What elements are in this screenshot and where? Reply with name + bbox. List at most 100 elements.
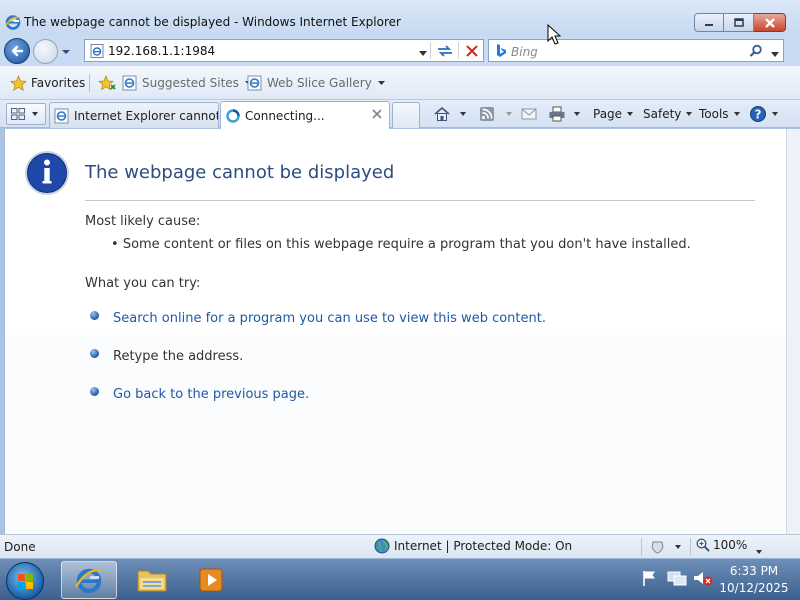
title-bar: The webpage cannot be displayed - Window… [0,0,800,36]
vertical-scrollbar[interactable] [786,129,800,534]
navigation-bar: 192.168.1.1:1984 Bing [0,36,800,66]
page-menu-button[interactable]: Page [593,100,634,128]
back-button[interactable] [4,38,30,64]
ie-page-icon [54,108,69,123]
minimize-button[interactable] [694,13,724,32]
volume-muted-icon[interactable] [692,569,714,587]
refresh-button[interactable] [435,43,455,59]
chevron-down-icon [733,112,740,116]
protected-mode-button[interactable] [650,540,682,554]
tools-menu-button[interactable]: Tools [699,100,741,128]
network-icon[interactable] [666,569,688,587]
zone-text: Internet | Protected Mode: On [394,539,573,553]
chevron-down-icon [419,51,427,56]
status-bar: Done Internet | Protected Mode: On 100% [0,534,800,558]
zoom-icon [696,538,710,552]
chevron-down-icon [771,52,779,57]
chevron-down-icon [627,112,634,116]
windows-logo-icon [18,574,33,589]
taskbar-internet-explorer[interactable] [61,561,117,599]
chevron-down-icon [32,112,38,116]
security-zone[interactable]: Internet | Protected Mode: On [374,538,572,554]
quick-tabs-button[interactable] [6,103,46,125]
suggested-sites-label: Suggested Sites [142,76,239,90]
error-heading: The webpage cannot be displayed [85,162,395,183]
tab-internet-explorer-cannot[interactable]: Internet Explorer cannot ... [49,102,219,128]
address-bar[interactable]: 192.168.1.1:1984 [84,39,484,62]
tab-label: Connecting... [245,108,325,123]
most-likely-cause-label: Most likely cause: [85,214,201,229]
action-center-flag-icon[interactable] [640,569,658,587]
taskbar-media-player[interactable] [183,561,239,599]
feeds-button[interactable] [479,100,513,128]
chevron-down-icon [460,112,466,116]
status-text: Done [4,540,36,554]
cause-list-item: • Some content or files on this webpage … [111,237,691,252]
bullet-icon [90,349,99,358]
favorites-button[interactable]: Favorites [10,66,85,100]
home-button[interactable] [433,100,467,128]
page-icon [90,44,104,61]
forward-button[interactable] [33,39,58,64]
stop-icon [466,45,478,57]
safety-menu-button[interactable]: Safety [643,100,693,128]
stop-button[interactable] [463,43,481,59]
zoom-level-button[interactable]: 100% [696,538,747,552]
system-tray [640,569,714,587]
loading-spinner-icon [226,108,240,123]
what-you-can-try-label: What you can try: [85,276,201,291]
window-controls [694,13,786,32]
tab-command-bar: Internet Explorer cannot ... Connecting.… [0,100,800,129]
chevron-down-icon [377,81,385,85]
search-icon[interactable] [749,44,763,61]
web-slice-gallery-label: Web Slice Gallery [267,76,372,90]
search-online-link[interactable]: Search online for a program you can use … [113,311,546,326]
search-placeholder[interactable]: Bing [511,45,538,59]
folder-icon [137,570,167,592]
bullet-icon [90,387,99,396]
url-text[interactable]: 192.168.1.1:1984 [108,44,215,58]
chevron-down-icon [506,112,512,116]
web-slice-gallery-button[interactable]: Web Slice Gallery [247,66,386,100]
help-menu-button[interactable]: ? [749,100,779,128]
close-icon [764,17,775,28]
read-mail-button[interactable] [521,100,537,128]
zoom-dropdown[interactable] [755,544,763,558]
add-to-favorites-bar-button[interactable] [97,66,117,100]
search-options-dropdown[interactable] [770,48,780,62]
back-arrow-icon [11,45,24,57]
suggested-sites-button[interactable]: Suggested Sites [122,66,253,100]
recent-pages-dropdown[interactable] [61,45,71,59]
start-button[interactable] [6,562,44,600]
page-menu-label: Page [593,107,623,121]
home-icon [434,106,450,121]
safety-menu-label: Safety [643,107,682,121]
new-tab-button[interactable] [392,102,420,128]
tools-menu-label: Tools [699,107,729,121]
favorites-star-icon [10,74,27,91]
info-icon [24,150,70,199]
taskbar-windows-explorer[interactable] [124,561,180,599]
rss-feed-icon [480,107,494,121]
address-history-dropdown[interactable] [418,47,428,61]
close-button[interactable] [754,13,786,32]
clock-time: 6:33 PM [729,564,779,578]
mail-icon [521,108,537,120]
maximize-button[interactable] [724,13,754,32]
page-content: The webpage cannot be displayed Most lik… [4,129,787,534]
tab-connecting[interactable]: Connecting... [220,101,390,129]
clock-date: 10/12/2025 [719,581,789,595]
search-box[interactable]: Bing [488,39,784,62]
go-back-link[interactable]: Go back to the previous page. [113,387,309,402]
close-tab-icon[interactable] [371,108,383,120]
ie-logo-icon [74,568,103,594]
maximize-icon [733,17,744,27]
cause-text: Some content or files on this webpage re… [122,237,691,252]
tab-label: Internet Explorer cannot ... [74,108,219,123]
favorites-bar: Favorites Suggested Sites Web Slice Gall… [0,66,800,100]
window-title: The webpage cannot be displayed - Window… [24,15,401,29]
print-button[interactable] [548,100,581,128]
svg-text:?: ? [755,107,762,121]
taskbar-clock[interactable]: 6:33 PM 10/12/2025 [712,563,796,597]
globe-icon [374,538,390,554]
